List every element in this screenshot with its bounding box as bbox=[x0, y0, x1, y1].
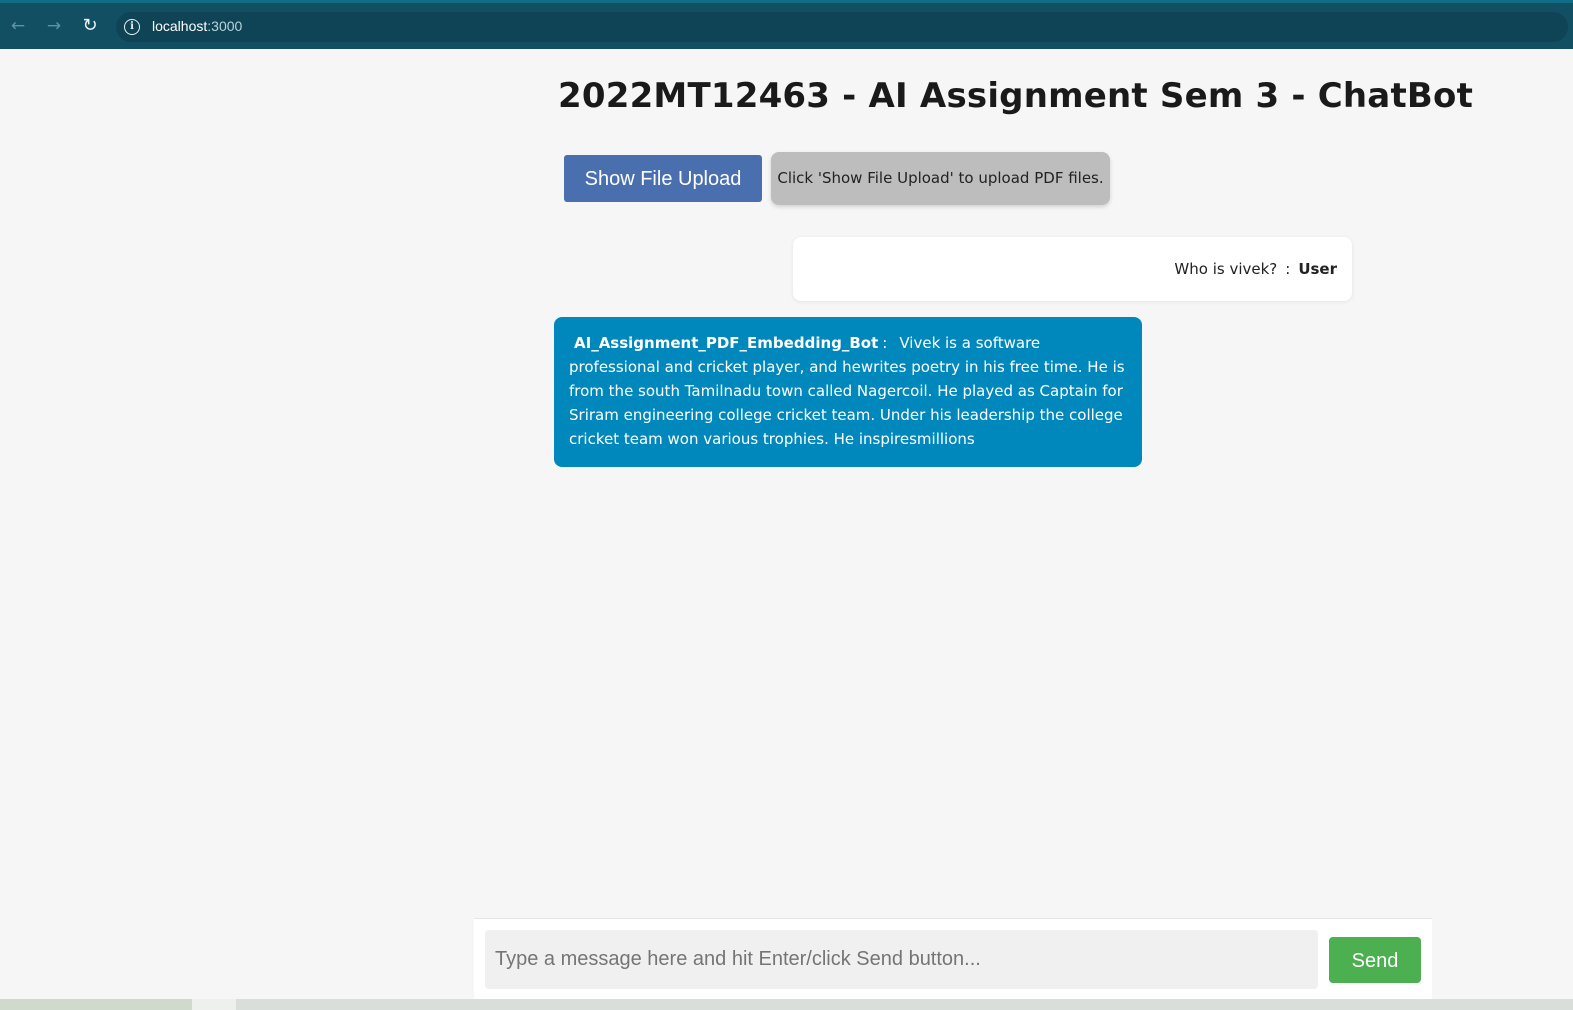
user-message-text: Who is vivek? bbox=[1174, 260, 1278, 278]
page-title: 2022MT12463 - AI Assignment Sem 3 - Chat… bbox=[558, 76, 1474, 116]
reload-icon[interactable]: ↻ bbox=[77, 13, 103, 39]
upload-hint: Click 'Show File Upload' to upload PDF f… bbox=[771, 152, 1110, 205]
message-separator: : bbox=[1285, 260, 1291, 278]
send-button[interactable]: Send bbox=[1329, 937, 1421, 983]
taskbar-segment bbox=[192, 999, 236, 1010]
browser-toolbar: ← → ↻ i localhost:3000 bbox=[0, 0, 1573, 49]
back-arrow-icon[interactable]: ← bbox=[5, 13, 31, 39]
message-separator: : bbox=[882, 334, 888, 352]
url-port: :3000 bbox=[207, 18, 243, 34]
address-bar[interactable]: i localhost:3000 bbox=[116, 12, 1568, 42]
bot-message-bubble: AI_Assignment_PDF_Embedding_Bot: Vivek is… bbox=[554, 317, 1142, 467]
message-composer: Send bbox=[474, 918, 1432, 1000]
show-file-upload-button[interactable]: Show File Upload bbox=[564, 155, 762, 202]
site-info-icon[interactable]: i bbox=[124, 19, 140, 35]
user-sender-label: User bbox=[1298, 260, 1337, 278]
bot-sender-label: AI_Assignment_PDF_Embedding_Bot bbox=[574, 334, 879, 352]
url-text[interactable]: localhost:3000 bbox=[152, 18, 242, 34]
message-input[interactable] bbox=[485, 930, 1318, 989]
taskbar-strip bbox=[0, 999, 1573, 1010]
user-message-bubble: Who is vivek?: User bbox=[793, 237, 1352, 301]
forward-arrow-icon[interactable]: → bbox=[41, 13, 67, 39]
url-host: localhost bbox=[152, 18, 208, 34]
taskbar-segment bbox=[0, 999, 192, 1010]
